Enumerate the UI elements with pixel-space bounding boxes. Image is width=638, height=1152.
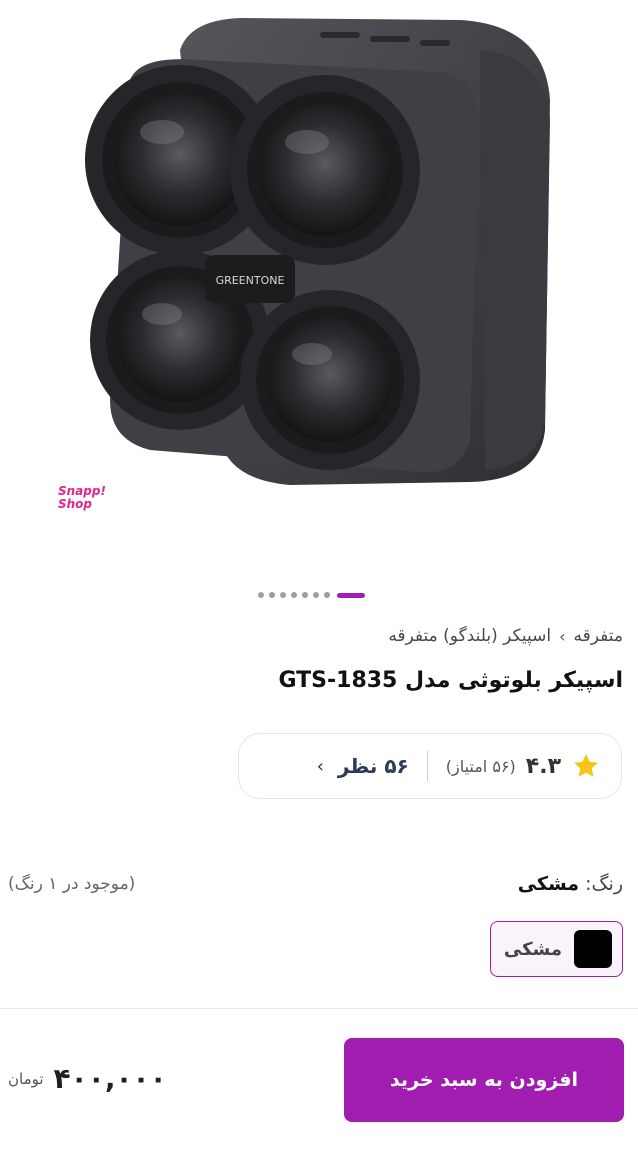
watermark-line-2: Shop [58,497,93,511]
price-value: ۴۰۰,۰۰۰ [53,1062,167,1095]
color-availability: (موجود در ۱ رنگ) [8,874,136,894]
carousel-dot[interactable] [313,592,319,598]
rating-divider [426,751,428,781]
color-option-black[interactable]: مشکی [490,921,623,977]
carousel-dot[interactable] [269,592,275,598]
color-label-key: رنگ: [585,873,623,895]
carousel-dot[interactable] [258,592,264,598]
breadcrumb: متفرقه › اسپیکر (بلندگو) متفرقه [388,626,623,646]
chevron-left-icon: › [316,755,324,777]
breadcrumb-separator: › [559,626,566,646]
product-title: اسپیکر بلوتوثی مدل GTS-1835 [278,668,623,693]
color-selected-value: مشکی [517,873,580,895]
price-block: ۴۰۰,۰۰۰ تومان [8,1062,167,1095]
brand-label: GREENTONE [216,274,285,287]
rating-summary: ۴.۳ (۵۶ امتیاز) ۵۶ نظر › [238,733,622,799]
breadcrumb-item-category[interactable]: متفرقه [574,626,623,646]
carousel-dot[interactable] [324,592,330,598]
rating-value: ۴.۳ [525,753,561,779]
currency-label: تومان [8,1069,44,1088]
carousel-dot[interactable] [280,592,286,598]
breadcrumb-item-subcategory[interactable]: اسپیکر (بلندگو) متفرقه [388,626,551,646]
bottom-bar-divider [0,1008,638,1009]
carousel-dot[interactable] [291,592,297,598]
reviews-link[interactable]: ۵۶ نظر › [317,754,409,778]
add-to-cart-button[interactable]: افزودن به سبد خرید [344,1038,624,1122]
store-watermark: Snapp! Shop [58,485,118,511]
reviews-count: ۵۶ نظر [337,754,409,778]
star-icon [574,754,598,777]
color-option-label: مشکی [503,938,562,960]
carousel-dot-active[interactable] [337,592,365,598]
rating-count: (۵۶ امتیاز) [445,756,516,776]
color-swatch [574,930,612,968]
image-carousel-indicator[interactable] [258,590,365,600]
color-label: رنگ: مشکی [518,873,623,895]
carousel-dot[interactable] [302,592,308,598]
product-image[interactable]: GREENTONE [40,10,580,510]
